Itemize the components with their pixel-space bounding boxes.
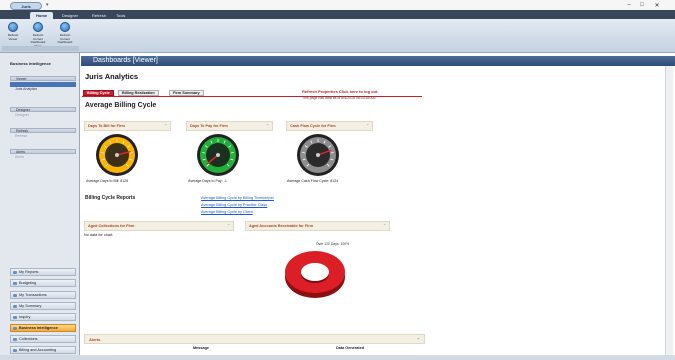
aged-collections-panel: Aged Collections for Firm ⌃ [84, 221, 234, 231]
collapse-icon[interactable]: ⌃ [417, 335, 420, 344]
aged-ar-donut-chart [285, 251, 345, 298]
report-link-timekeeper[interactable]: Average Billing Cycle by Billing Timekee… [201, 196, 274, 200]
report-link-practice-class[interactable]: Average Billing Cycle by Practice Class [201, 203, 267, 207]
column-header-message[interactable]: Message [193, 346, 209, 350]
gauge-caption: Average Days to Pay: -1 [188, 179, 227, 183]
column-header-data-generated[interactable]: Data Generated [336, 346, 364, 350]
reports-title: Billing Cycle Reports [85, 195, 136, 201]
collapse-icon[interactable]: ⌃ [383, 222, 386, 231]
gauge-hub [115, 153, 119, 157]
collapse-icon[interactable]: ⌃ [227, 222, 230, 231]
alerts-panel: Alerts ⌃ [84, 334, 425, 344]
gauge-hub [316, 153, 320, 157]
gauge-caption: Average Cash Flow Cycle: 8124 [287, 179, 339, 183]
gauge-caption: Average Days to Bill: 8126 [86, 179, 129, 183]
aged-ar-panel: Aged Accounts Receivable for Firm ⌃ [245, 221, 390, 231]
status-bar [0, 355, 675, 360]
report-link-client[interactable]: Average Billing Cycle by Client [201, 210, 253, 214]
no-data-message: No data for chart. [84, 233, 114, 237]
gauge-hub [216, 153, 220, 157]
